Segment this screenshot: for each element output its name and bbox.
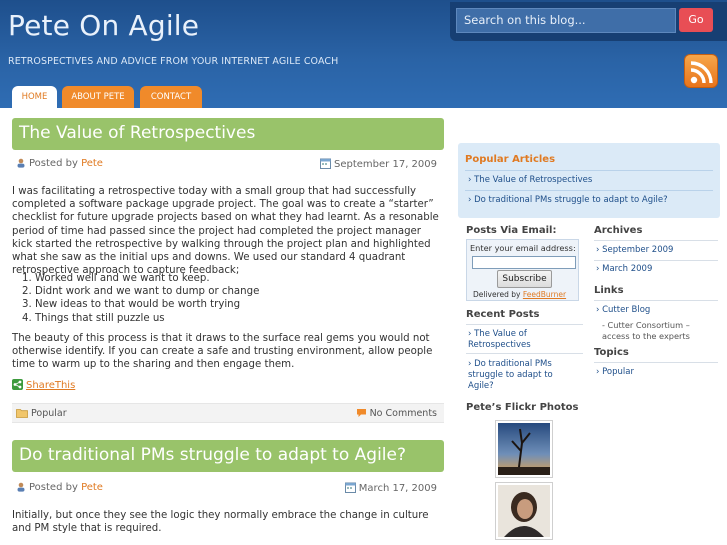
list-item: 4. Things that still puzzle us <box>22 312 165 324</box>
category-link[interactable]: Popular <box>31 408 67 419</box>
subscribe-button[interactable]: Subscribe <box>497 270 552 288</box>
email-label: Enter your email address: <box>470 243 576 253</box>
post-date-text: September 17, 2009 <box>334 159 437 170</box>
sidebar: Popular Articles › The Value of Retrospe… <box>458 108 720 545</box>
author-link[interactable]: Pete <box>81 158 103 169</box>
nav-tab-home[interactable]: HOME <box>12 86 57 108</box>
user-icon <box>17 158 25 168</box>
post-date: March 17, 2009 <box>344 482 437 494</box>
popular-articles-title: Popular Articles <box>465 154 556 165</box>
feedburner-link[interactable]: FeedBurner <box>523 290 566 299</box>
delivered-by-label: Delivered by <box>473 290 521 299</box>
divider <box>594 362 718 363</box>
cutter-blog-link[interactable]: › Cutter Blog <box>596 305 650 316</box>
nav-tab-contact[interactable]: CONTACT <box>140 86 202 108</box>
rss-icon[interactable] <box>684 54 718 88</box>
recent-post-link[interactable]: › The Value of Retrospectives <box>468 329 578 351</box>
topic-link[interactable]: › Popular <box>596 367 634 378</box>
links-title: Links <box>594 285 624 296</box>
flickr-photo[interactable] <box>495 482 553 540</box>
divider <box>594 260 718 261</box>
folder-icon <box>16 409 28 418</box>
post-title-bar: Do traditional PMs struggle to adapt to … <box>12 440 444 472</box>
post-title[interactable]: The Value of Retrospectives <box>19 123 255 143</box>
user-icon <box>17 482 25 492</box>
share-icon <box>12 379 23 390</box>
flickr-photo[interactable] <box>495 420 553 478</box>
post-comments: No Comments <box>356 408 437 419</box>
post-date-text: March 17, 2009 <box>358 483 437 494</box>
archive-link[interactable]: › September 2009 <box>596 245 673 256</box>
post-author: Posted by Pete <box>16 482 103 493</box>
main-column: The Value of Retrospectives Posted by Pe… <box>0 108 450 545</box>
search-input[interactable]: Search on this blog... <box>456 8 676 33</box>
feedback-list: 1. Worked well and we want to keep. 2. D… <box>22 272 259 325</box>
post-meta: Posted by Pete September 17, 2009 <box>16 158 440 172</box>
nav-tab-about[interactable]: ABOUT PETE <box>62 86 134 108</box>
cutter-consortium-link[interactable]: - Cutter Consortium – access to the expe… <box>602 320 712 342</box>
page-content: The Value of Retrospectives Posted by Pe… <box>0 108 727 545</box>
post-meta: Posted by Pete March 17, 2009 <box>16 482 440 496</box>
topics-title: Topics <box>594 347 629 358</box>
recent-post-link[interactable]: › Do traditional PMs struggle to adapt t… <box>468 359 578 392</box>
recent-posts-title: Recent Posts <box>466 309 540 320</box>
post-date: September 17, 2009 <box>320 158 437 170</box>
popular-article-link[interactable]: › The Value of Retrospectives <box>468 175 592 185</box>
post-paragraph: I was facilitating a retrospective today… <box>12 186 439 277</box>
post-paragraph: Initially, but once they see the logic t… <box>12 510 429 535</box>
post-author: Posted by Pete <box>16 158 103 169</box>
site-title[interactable]: Pete On Agile <box>8 9 199 42</box>
comment-icon <box>356 409 366 417</box>
archive-link[interactable]: › March 2009 <box>596 264 652 275</box>
posts-via-email-title: Posts Via Email: <box>466 225 557 236</box>
divider <box>465 190 713 191</box>
list-item: 3. New ideas to that would be worth tryi… <box>22 299 241 311</box>
calendar-icon <box>344 482 356 493</box>
post-category: Popular <box>16 408 67 419</box>
list-item: 2. Didnt work and we want to dump or cha… <box>22 286 260 298</box>
posted-by-label: Posted by <box>29 482 78 493</box>
header: Pete On Agile RETROSPECTIVES AND ADVICE … <box>0 0 727 108</box>
popular-article-link[interactable]: › Do traditional PMs struggle to adapt t… <box>468 195 668 205</box>
author-link[interactable]: Pete <box>81 482 103 493</box>
share-label[interactable]: ShareThis <box>26 380 75 391</box>
post-footer: Popular No Comments <box>12 403 444 423</box>
flickr-photos-title: Pete’s Flickr Photos <box>466 402 579 413</box>
delivered-by: Delivered by FeedBurner <box>473 290 566 299</box>
calendar-icon <box>320 158 332 169</box>
divider <box>594 240 718 241</box>
posted-by-label: Posted by <box>29 158 78 169</box>
comments-link[interactable]: No Comments <box>370 408 437 419</box>
email-subscribe-form: Enter your email address: Subscribe Deli… <box>466 239 579 301</box>
divider <box>466 353 583 354</box>
divider <box>594 300 718 301</box>
site-tagline: RETROSPECTIVES AND ADVICE FROM YOUR INTE… <box>8 56 339 67</box>
divider <box>465 170 713 171</box>
archives-title: Archives <box>594 225 643 236</box>
post-title[interactable]: Do traditional PMs struggle to adapt to … <box>19 445 406 465</box>
search-go-button[interactable]: Go <box>679 8 713 32</box>
list-item: 1. Worked well and we want to keep. <box>22 273 210 284</box>
email-input[interactable] <box>472 256 576 269</box>
post-title-bar: The Value of Retrospectives <box>12 118 444 150</box>
share-link[interactable]: ShareThis <box>12 379 75 391</box>
popular-articles-box: Popular Articles › The Value of Retrospe… <box>458 143 720 218</box>
post-paragraph: The beauty of this process is that it dr… <box>12 333 433 371</box>
divider <box>466 324 583 325</box>
